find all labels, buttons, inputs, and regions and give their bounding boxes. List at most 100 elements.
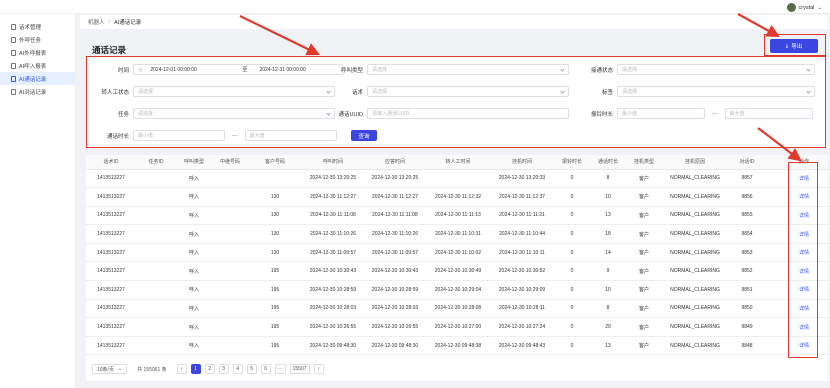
table-cell: 2024-12-30 11:11:21	[490, 206, 554, 226]
filter-panel: 时间 ◷ 2024-12-01 00:00:00 至 2024-12-31 00…	[86, 56, 826, 148]
table-row: 1413513227 呼入 195 2024-12-30 09:48:30 2024-1…	[86, 336, 828, 356]
table-cell: 客户	[626, 261, 662, 282]
table-cell: 9856	[728, 187, 766, 207]
table-cell: 2024-12-30 11:12:37	[490, 187, 554, 207]
table-cell: 客户	[626, 299, 662, 319]
ring-max-input[interactable]: 最大值	[724, 108, 813, 119]
uuid-placeholder: 请输入通话UUID	[372, 111, 410, 117]
annotation-box-export	[764, 34, 826, 56]
sidebar-item-outbound-report[interactable]: AI外呼报表	[0, 46, 75, 59]
call-type-label: 呼叫类型	[340, 67, 363, 74]
prev-page-button[interactable]: ‹	[176, 364, 187, 374]
column-header: 中继号码	[212, 155, 248, 170]
document-icon	[11, 36, 16, 43]
table-cell: 2024-12-30 11:11:08	[364, 206, 426, 226]
column-header	[766, 155, 780, 170]
sidebar-item-script-manage[interactable]: 话术管理	[0, 20, 75, 33]
table-cell: 130	[248, 224, 302, 244]
table-cell: 18	[590, 224, 626, 244]
table-cell: 0	[554, 299, 590, 319]
sidebar-item-dialog-records[interactable]: AI对话记录	[0, 85, 75, 98]
table-cell: 0	[554, 243, 590, 263]
sidebar-item-inbound-report[interactable]: AI呼入报表	[0, 59, 75, 72]
table-cell: 呼入	[176, 280, 212, 300]
table-cell: 2024-12-30 11:11:08	[302, 206, 364, 226]
duration-min-input[interactable]: 最小值	[133, 130, 225, 141]
last-page-button[interactable]: 15507	[289, 364, 310, 374]
ring-min-input[interactable]: 最小值	[617, 108, 705, 119]
table-cell: 呼入	[176, 299, 212, 319]
column-header: 呼叫类型	[176, 155, 212, 170]
sidebar-item-call-records[interactable]: AI通话记录	[0, 72, 75, 85]
table-cell: 2024-12-30 09:48:30	[302, 336, 364, 356]
task-select[interactable]: 请选择	[133, 108, 335, 119]
table-cell: 2024-12-30 10:28:59	[364, 280, 426, 300]
table-cell: 1413513227	[86, 299, 136, 319]
table-cell: 呼入	[176, 336, 212, 356]
table-cell	[766, 299, 780, 319]
table-cell: 8	[590, 169, 626, 189]
table-cell: 2024-12-30 10:27:24	[490, 317, 554, 337]
user-name: crystal	[798, 4, 815, 11]
column-header: 通话时长	[590, 155, 626, 170]
page-ellipsis[interactable]: ···	[274, 364, 286, 374]
table-cell: 0	[554, 169, 590, 189]
chevron-down-icon	[560, 67, 565, 72]
page-size-select[interactable]: 10条/页 ⌄	[92, 364, 128, 374]
page-button[interactable]: 2	[204, 364, 215, 374]
table-cell: 9857	[728, 169, 766, 189]
query-button[interactable]: 查询	[351, 130, 377, 141]
breadcrumb-root[interactable]: 机器人	[88, 18, 105, 26]
page-button[interactable]: 6	[260, 364, 271, 374]
table-cell: 1413513227	[86, 187, 136, 207]
call-type-select[interactable]: 请选择	[367, 64, 569, 75]
table-cell: 2024-12-30 11:10:02	[426, 243, 490, 263]
column-header: 客户号码	[248, 155, 302, 170]
table-row: 1413513227 呼入 195 2024-12-30 10:28:59 2024-1…	[86, 280, 828, 300]
annotation-box-operations	[788, 162, 818, 358]
table-cell: 2024-12-30 11:09:57	[302, 243, 364, 263]
ring-duration-label: 振铃时长	[590, 111, 613, 118]
column-header: 对话ID	[728, 155, 766, 170]
tag-select[interactable]: 请选择	[617, 86, 815, 97]
page-button[interactable]: 4	[232, 364, 243, 374]
column-header: 话术ID	[86, 155, 136, 170]
uuid-input[interactable]: 请输入通话UUID	[367, 108, 569, 119]
user-menu[interactable]: crystal ⌄	[786, 3, 822, 12]
table-cell: NORMAL_CLEARING	[662, 169, 728, 189]
page-list: 123456	[190, 364, 271, 374]
script-select[interactable]: 请选择	[367, 86, 569, 97]
table-cell	[766, 206, 780, 226]
time-to-label: 至	[242, 67, 248, 73]
connect-state-select[interactable]: 请选择	[617, 64, 815, 75]
table-cell: 195	[248, 336, 302, 356]
table-row: 1413513227 呼入 2024-12-30 13:20:25 2024-12-3…	[86, 169, 828, 189]
table-cell: 1413513227	[86, 280, 136, 300]
transfer-state-select[interactable]: 请选择	[133, 86, 335, 97]
table-cell	[136, 224, 176, 244]
time-range-picker[interactable]: ◷ 2024-12-01 00:00:00 至 2024-12-31 00:00…	[133, 64, 343, 75]
page-button[interactable]: 5	[246, 364, 257, 374]
table-cell	[136, 187, 176, 207]
table-cell: 2024-12-30 10:26:55	[364, 317, 426, 337]
table-cell: NORMAL_CLEARING	[662, 206, 728, 226]
table-cell: 呼入	[176, 187, 212, 207]
table-cell: 1413513227	[86, 206, 136, 226]
table-cell: 呼入	[176, 206, 212, 226]
table-cell: 130	[248, 206, 302, 226]
connect-state-placeholder: 请选择	[622, 67, 638, 73]
table-cell	[426, 169, 490, 189]
page-button[interactable]: 1	[190, 364, 201, 374]
chevron-down-icon: ⌄	[817, 4, 822, 11]
breadcrumb-separator: /	[108, 19, 111, 25]
next-page-button[interactable]: ›	[313, 364, 324, 374]
sidebar-item-label: AI呼入报表	[19, 63, 47, 70]
document-icon	[11, 49, 16, 56]
page-button[interactable]: 3	[218, 364, 229, 374]
duration-max-input[interactable]: 最大值	[244, 130, 337, 141]
table-cell: 2024-12-30 10:28:08	[426, 299, 490, 319]
table-cell	[766, 187, 780, 207]
sidebar-item-outbound-task[interactable]: 外呼任务	[0, 33, 75, 46]
table-cell: 9849	[728, 317, 766, 337]
table-cell: 9851	[728, 280, 766, 300]
